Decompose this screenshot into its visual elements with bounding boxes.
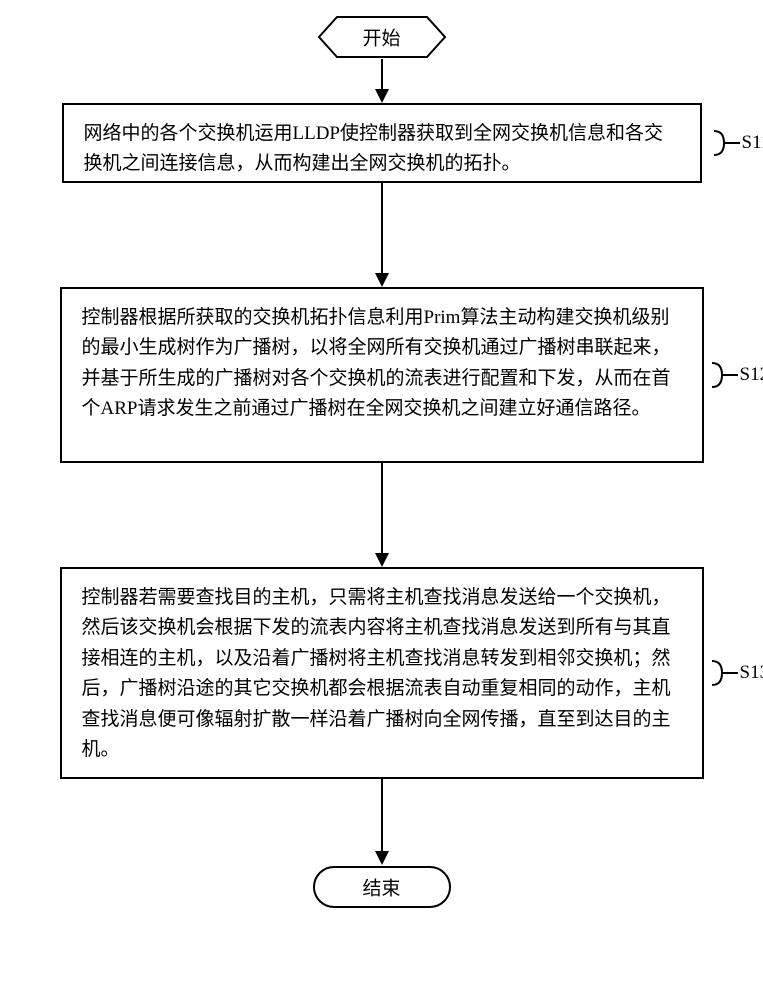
step-s12-box: 控制器根据所获取的交换机拓扑信息利用Prim算法主动构建交换机级别的最小生成树作…	[60, 287, 704, 463]
step-s11-text: 网络中的各个交换机运用LLDP使控制器获取到全网交换机信息和各交换机之间连接信息…	[84, 123, 664, 174]
end-label: 结束	[362, 874, 400, 901]
step-s13-text: 控制器若需要查找目的主机，只需将主机查找消息发送给一个交换机，然后该交换机会根据…	[82, 587, 671, 760]
arrow-s12-to-s13	[375, 463, 389, 567]
arrow-s13-to-end	[375, 779, 389, 865]
flowchart-container: 开始 网络中的各个交换机运用LLDP使控制器获取到全网交换机信息和各交换机之间连…	[0, 0, 763, 909]
step-s13-row: 控制器若需要查找目的主机，只需将主机查找消息发送给一个交换机，然后该交换机会根据…	[60, 567, 704, 779]
end-terminator: 结束	[312, 865, 452, 909]
step-s13-label-group: S13	[710, 659, 763, 687]
step-s11-label-group: S11	[712, 129, 763, 157]
step-s12-text: 控制器根据所获取的交换机拓扑信息利用Prim算法主动构建交换机级别的最小生成树作…	[82, 307, 671, 419]
arrow-s11-to-s12	[375, 183, 389, 287]
step-s11-label: S11	[742, 132, 763, 154]
step-s11-box: 网络中的各个交换机运用LLDP使控制器获取到全网交换机信息和各交换机之间连接信息…	[62, 103, 702, 183]
step-s12-label-group: S12	[710, 361, 763, 389]
step-s13-box: 控制器若需要查找目的主机，只需将主机查找消息发送给一个交换机，然后该交换机会根据…	[60, 567, 704, 779]
step-s13-label: S13	[740, 662, 763, 684]
step-s11-row: 网络中的各个交换机运用LLDP使控制器获取到全网交换机信息和各交换机之间连接信息…	[62, 103, 702, 183]
start-terminator: 开始	[317, 15, 447, 59]
start-label: 开始	[362, 24, 400, 51]
bracket-icon	[710, 659, 740, 687]
bracket-icon	[710, 361, 740, 389]
arrow-start-to-s11	[375, 59, 389, 103]
step-s12-label: S12	[740, 364, 763, 386]
bracket-icon	[712, 129, 742, 157]
step-s12-row: 控制器根据所获取的交换机拓扑信息利用Prim算法主动构建交换机级别的最小生成树作…	[60, 287, 704, 463]
